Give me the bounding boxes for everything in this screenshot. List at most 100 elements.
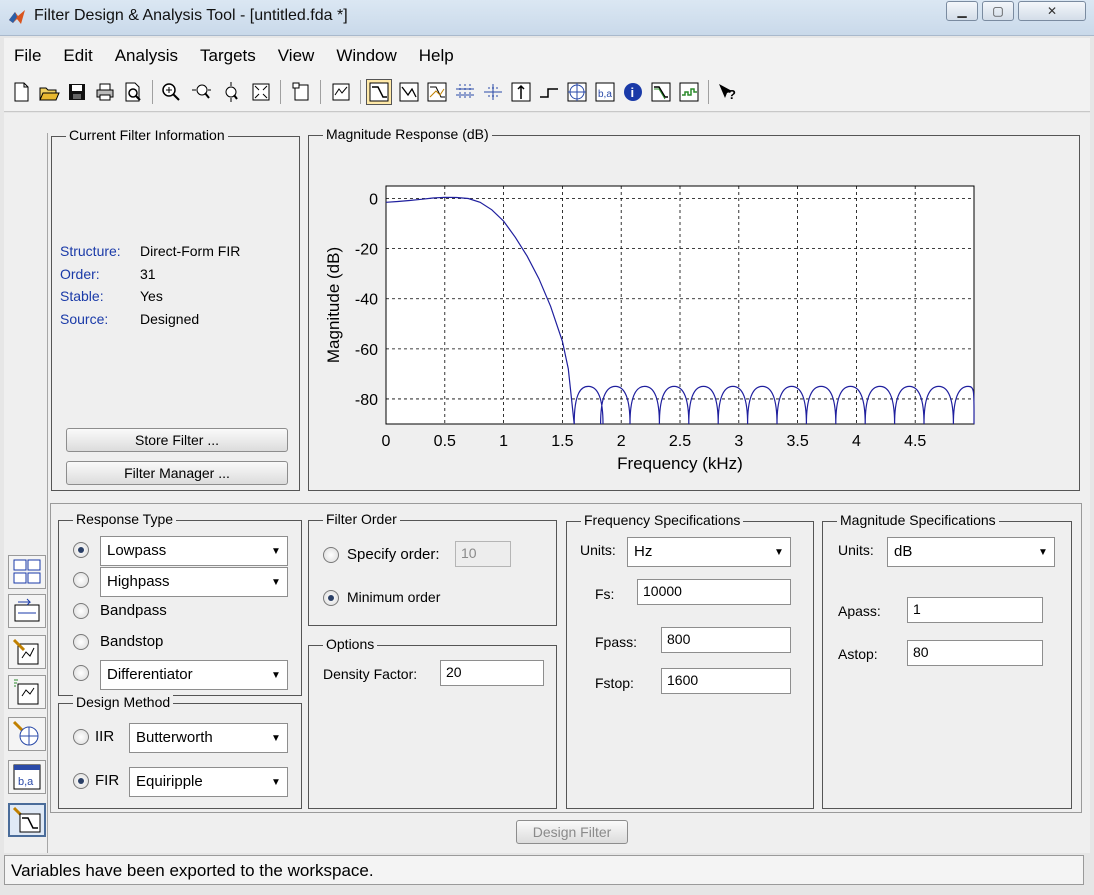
freq-units-select[interactable]: Hz ▼ xyxy=(627,537,791,567)
iir-radio[interactable] xyxy=(73,729,89,745)
sidebar-transform-filter[interactable] xyxy=(8,555,46,589)
new-button[interactable] xyxy=(8,79,34,105)
fpass-input[interactable]: 800 xyxy=(661,627,791,653)
fs-input[interactable]: 10000 xyxy=(637,579,791,605)
magnitude-chart[interactable]: 0 0.5 1 1.5 2 2.5 3 3.5 4 4.5 0 -20 -40 -60 -80 Frequen… xyxy=(309,136,1079,490)
stable-value: Yes xyxy=(140,288,163,304)
lowpass-select[interactable]: Lowpass ▼ xyxy=(100,536,288,566)
specify-order-label: Specify order: xyxy=(347,546,440,563)
menu-file[interactable]: File xyxy=(14,46,41,66)
menu-view[interactable]: View xyxy=(278,46,315,66)
zoom-x-button[interactable] xyxy=(188,79,214,105)
filter-coefficients-button[interactable]: b,a xyxy=(592,79,618,105)
bandstop-label: Bandstop xyxy=(100,633,164,650)
menu-targets[interactable]: Targets xyxy=(200,46,256,66)
fir-method-value: Equiripple xyxy=(136,773,203,790)
astop-label: Astop: xyxy=(838,646,878,662)
highpass-radio[interactable] xyxy=(73,572,89,588)
iir-label: IIR xyxy=(95,728,115,745)
sidebar-coefficients[interactable]: b,a xyxy=(8,760,46,794)
open-button[interactable] xyxy=(36,79,62,105)
mag-units-select[interactable]: dB ▼ xyxy=(887,537,1055,567)
chevron-down-icon: ▼ xyxy=(774,546,784,558)
menu-edit[interactable]: Edit xyxy=(63,46,92,66)
differentiator-radio[interactable] xyxy=(73,665,89,681)
print-button[interactable] xyxy=(92,79,118,105)
save-button[interactable] xyxy=(64,79,90,105)
highpass-select[interactable]: Highpass ▼ xyxy=(100,567,288,597)
specify-order-input[interactable]: 10 xyxy=(455,541,511,567)
zoom-y-button[interactable] xyxy=(218,79,244,105)
print-preview-button[interactable] xyxy=(120,79,146,105)
frequency-specs-group: Frequency Specifications Units: Hz ▼ Fs: … xyxy=(566,512,814,809)
fstop-input[interactable]: 1600 xyxy=(661,668,791,694)
phase-delay-button[interactable] xyxy=(480,79,506,105)
menu-window[interactable]: Window xyxy=(336,46,396,66)
maximize-button[interactable]: ▢ xyxy=(982,1,1014,21)
filter-order-group: Filter Order Specify order: 10 Minimum o… xyxy=(308,511,557,626)
group-delay-button[interactable] xyxy=(452,79,478,105)
full-view-button[interactable] xyxy=(248,79,274,105)
sidebar-design-filter[interactable] xyxy=(8,803,46,837)
pole-zero-button[interactable] xyxy=(564,79,590,105)
client-area: b,a Current Filter Information Structure… xyxy=(4,113,1090,853)
x-tick-label: 2.5 xyxy=(669,433,691,450)
mag-units-label: Units: xyxy=(838,542,874,558)
step-response-button[interactable] xyxy=(536,79,562,105)
pole-zero-icon xyxy=(567,82,587,102)
round-off-noise-icon xyxy=(679,82,699,102)
menu-analysis[interactable]: Analysis xyxy=(115,46,178,66)
minimize-button[interactable]: ▁ xyxy=(946,1,978,21)
specify-order-radio[interactable] xyxy=(323,547,339,563)
apass-input[interactable]: 1 xyxy=(907,597,1043,623)
lowpass-radio[interactable] xyxy=(73,542,89,558)
phase-response-icon xyxy=(399,82,419,102)
design-filter-button[interactable]: Design Filter xyxy=(516,820,628,844)
save-icon xyxy=(69,84,85,100)
bandstop-radio[interactable] xyxy=(73,634,89,650)
order-label: Order: xyxy=(60,265,100,282)
filter-order-title: Filter Order xyxy=(323,511,400,527)
astop-input[interactable]: 80 xyxy=(907,640,1043,666)
sidebar-import-filter[interactable] xyxy=(8,675,46,709)
chevron-down-icon: ▼ xyxy=(271,732,281,744)
filter-manager-button[interactable]: Filter Manager ... xyxy=(66,461,288,485)
impulse-response-button[interactable] xyxy=(508,79,534,105)
new-figure-button[interactable] xyxy=(288,79,314,105)
phase-response-button[interactable] xyxy=(396,79,422,105)
matlab-logo-icon xyxy=(9,10,25,24)
menu-help[interactable]: Help xyxy=(419,46,454,66)
store-filter-button[interactable]: Store Filter ... xyxy=(66,428,288,452)
fir-method-select[interactable]: Equiripple ▼ xyxy=(129,767,288,797)
y-tick-label: -40 xyxy=(355,292,378,309)
x-tick-label: 2 xyxy=(617,433,626,450)
minimum-order-label: Minimum order xyxy=(347,589,441,605)
full-view-analysis-button[interactable] xyxy=(328,79,354,105)
toolbar: b,a i ? xyxy=(4,74,1090,112)
step-response-icon xyxy=(540,88,558,98)
zoom-in-button[interactable] xyxy=(158,79,184,105)
sidebar-design-pole-zero[interactable] xyxy=(8,717,46,751)
filter-info-button[interactable]: i xyxy=(620,79,646,105)
x-tick-label: 3.5 xyxy=(786,433,808,450)
sidebar-pole-zero-editor[interactable] xyxy=(8,635,46,669)
close-button[interactable]: ✕ xyxy=(1018,1,1086,21)
density-factor-label: Density Factor: xyxy=(323,666,418,682)
minimum-order-radio[interactable] xyxy=(323,590,339,606)
iir-method-select[interactable]: Butterworth ▼ xyxy=(129,723,288,753)
close-icon: ✕ xyxy=(1046,4,1058,18)
coefficients-icon: b,a xyxy=(13,764,41,790)
fstop-label: Fstop: xyxy=(595,675,634,691)
magnitude-phase-button[interactable] xyxy=(424,79,450,105)
response-type-group: Response Type Lowpass ▼ Highpass ▼ Bandpas… xyxy=(58,511,302,696)
density-factor-input[interactable]: 20 xyxy=(440,660,544,686)
magnitude-response-button[interactable] xyxy=(366,79,392,105)
sidebar-realize-model[interactable] xyxy=(8,594,46,628)
whats-this-button[interactable]: ? xyxy=(714,79,740,105)
magnitude-estimate-button[interactable] xyxy=(648,79,674,105)
differentiator-select[interactable]: Differentiator ▼ xyxy=(100,660,288,690)
fir-radio[interactable] xyxy=(73,773,89,789)
bandpass-radio[interactable] xyxy=(73,603,89,619)
magnitude-response-panel: Magnitude Response (dB) 0 0.5 1 1.5 2 2.5 3 3.5… xyxy=(308,126,1080,491)
round-off-noise-button[interactable] xyxy=(676,79,702,105)
